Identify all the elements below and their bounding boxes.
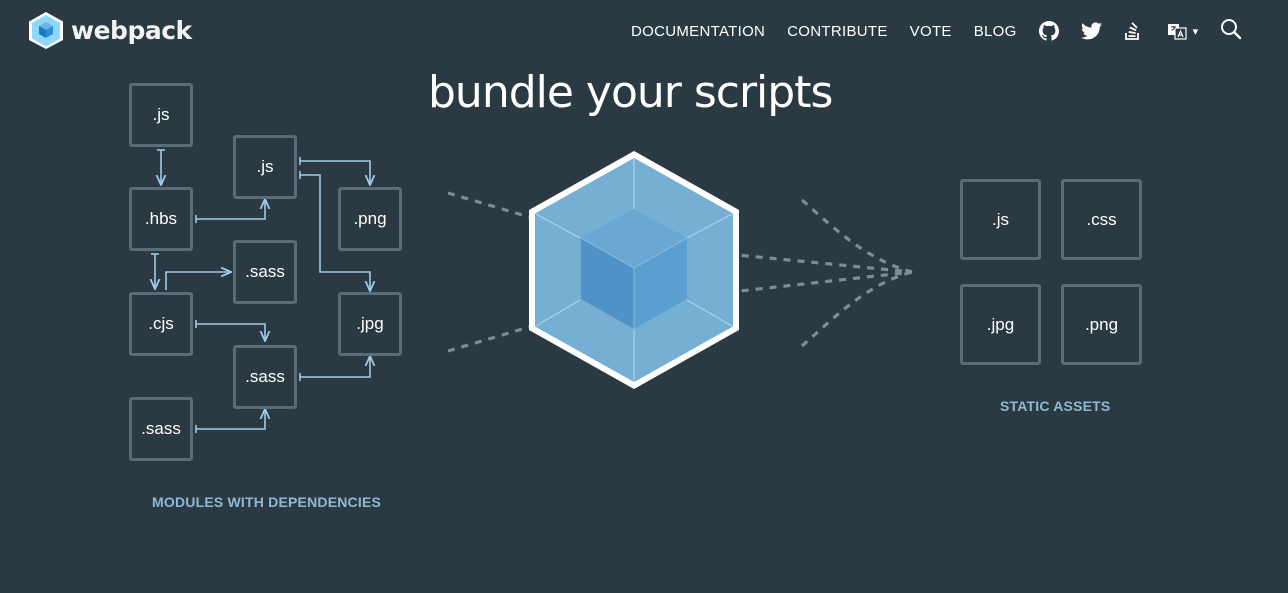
module-js-right: .js <box>233 135 297 199</box>
asset-png: .png <box>1061 284 1142 365</box>
webpack-cube-icon <box>529 151 739 389</box>
static-assets-caption: STATIC ASSETS <box>1000 398 1111 414</box>
module-sass-bottom: .sass <box>129 397 193 461</box>
modules-caption: MODULES WITH DEPENDENCIES <box>152 494 382 510</box>
asset-css: .css <box>1061 179 1142 260</box>
module-js-top: .js <box>129 83 193 147</box>
asset-jpg: .jpg <box>960 284 1041 365</box>
module-sass-lower: .sass <box>233 345 297 409</box>
module-jpg: .jpg <box>338 292 402 356</box>
module-png: .png <box>338 187 402 251</box>
module-sass-middle: .sass <box>233 240 297 304</box>
module-hbs: .hbs <box>129 187 193 251</box>
module-cjs: .cjs <box>129 292 193 356</box>
asset-js: .js <box>960 179 1041 260</box>
